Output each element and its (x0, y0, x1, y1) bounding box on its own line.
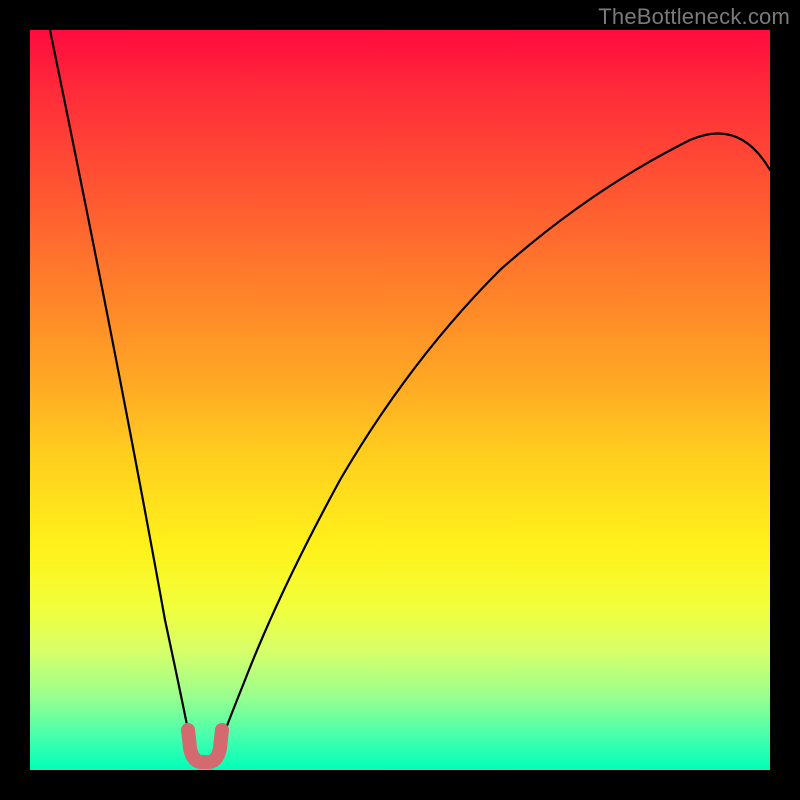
watermark-text: TheBottleneck.com (598, 4, 790, 30)
plot-area (30, 30, 770, 770)
curve-layer (30, 30, 770, 770)
curve-left-branch (50, 30, 196, 760)
chart-frame: TheBottleneck.com (0, 0, 800, 800)
valley-marker (188, 730, 222, 762)
curve-right-branch (214, 133, 770, 760)
